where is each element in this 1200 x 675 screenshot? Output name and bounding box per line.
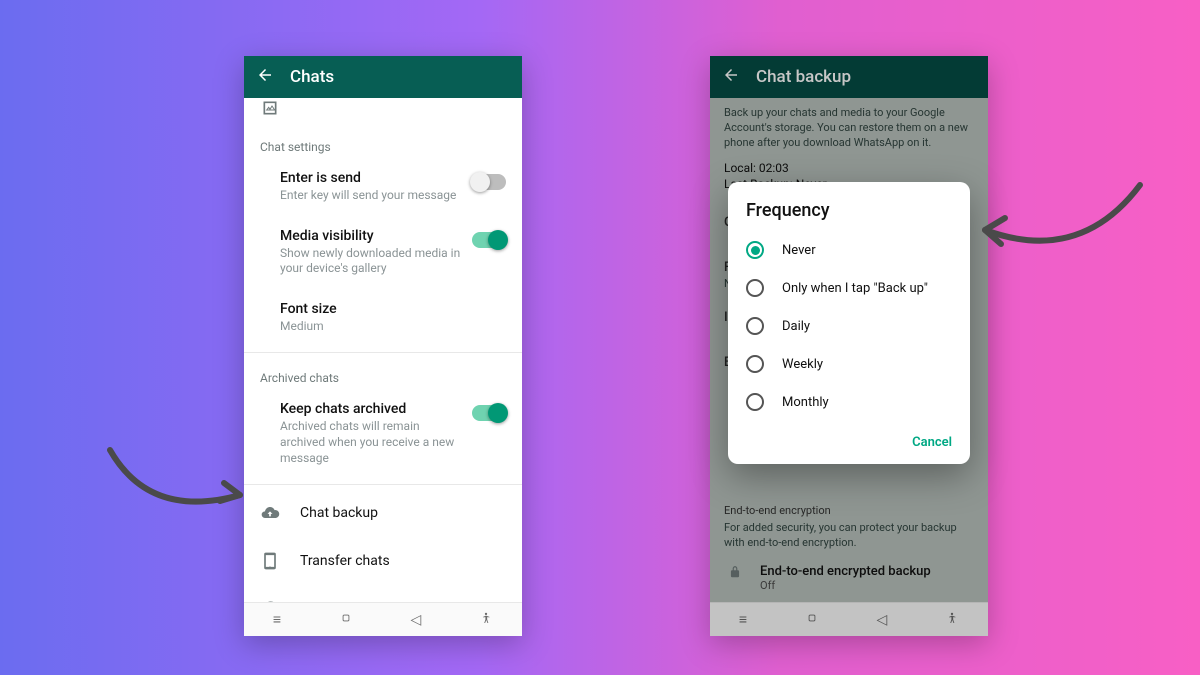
radio-option-never[interactable]: Never xyxy=(728,231,970,269)
dialog-cancel-button[interactable]: Cancel xyxy=(912,435,952,450)
radio-icon xyxy=(746,317,764,335)
row-transfer-chats[interactable]: Transfer chats xyxy=(244,537,522,585)
partial-item-wallpaper[interactable] xyxy=(244,98,522,126)
section-label-chat-settings: Chat settings xyxy=(244,126,522,160)
toggle-media-visibility[interactable] xyxy=(472,232,506,248)
setting-font-size[interactable]: Font size Medium xyxy=(244,291,522,349)
dialog-title: Frequency xyxy=(728,200,970,231)
radio-label: Never xyxy=(782,243,816,258)
setting-sub: Show newly downloaded media in your devi… xyxy=(280,246,464,277)
setting-media-visibility[interactable]: Media visibility Show newly downloaded m… xyxy=(244,218,522,291)
setting-title: Font size xyxy=(280,301,498,317)
appbar-title: Chats xyxy=(290,67,334,87)
nav-home-icon[interactable] xyxy=(339,611,353,629)
cloud-upload-icon xyxy=(260,503,280,523)
annotation-arrow-left xyxy=(100,440,260,534)
android-navbar: ≡ ◁ xyxy=(244,602,522,636)
annotation-arrow-right xyxy=(970,170,1150,284)
radio-option-daily[interactable]: Daily xyxy=(728,307,970,345)
setting-sub: Enter key will send your message xyxy=(280,188,464,204)
back-arrow-icon[interactable] xyxy=(256,66,274,88)
nav-back-icon[interactable]: ◁ xyxy=(411,612,422,628)
appbar: Chats xyxy=(244,56,522,98)
setting-title: Enter is send xyxy=(280,170,464,186)
chat-backup-screen: Chat backup Back up your chats and media… xyxy=(710,56,988,636)
setting-sub: Archived chats will remain archived when… xyxy=(280,419,464,466)
setting-keep-chats-archived[interactable]: Keep chats archived Archived chats will … xyxy=(244,391,522,480)
nav-accessibility-icon[interactable] xyxy=(479,611,493,629)
setting-sub: Medium xyxy=(280,319,498,335)
section-label-archived-chats: Archived chats xyxy=(244,357,522,391)
radio-icon xyxy=(746,241,764,259)
radio-icon xyxy=(746,279,764,297)
radio-option-only-tap[interactable]: Only when I tap "Back up" xyxy=(728,269,970,307)
row-label: Chat backup xyxy=(300,505,378,521)
toggle-enter-is-send[interactable] xyxy=(472,174,506,190)
radio-label: Daily xyxy=(782,319,810,334)
toggle-keep-archived[interactable] xyxy=(472,405,506,421)
chats-settings-screen: Chats Chat settings Enter is send Enter … xyxy=(244,56,522,636)
setting-title: Media visibility xyxy=(280,228,464,244)
frequency-dialog: Frequency Never Only when I tap "Back up… xyxy=(728,182,970,464)
radio-label: Weekly xyxy=(782,357,823,372)
nav-recent-icon[interactable]: ≡ xyxy=(273,611,281,628)
row-chat-backup[interactable]: Chat backup xyxy=(244,489,522,537)
radio-option-monthly[interactable]: Monthly xyxy=(728,383,970,421)
divider xyxy=(244,352,522,353)
phone-transfer-icon xyxy=(260,551,280,571)
radio-icon xyxy=(746,355,764,373)
radio-label: Only when I tap "Back up" xyxy=(782,281,928,296)
setting-title: Keep chats archived xyxy=(280,401,464,417)
radio-option-weekly[interactable]: Weekly xyxy=(728,345,970,383)
radio-label: Monthly xyxy=(782,395,829,410)
divider xyxy=(244,484,522,485)
radio-icon xyxy=(746,393,764,411)
setting-enter-is-send[interactable]: Enter is send Enter key will send your m… xyxy=(244,160,522,218)
image-icon xyxy=(260,100,280,120)
row-label: Transfer chats xyxy=(300,553,390,569)
